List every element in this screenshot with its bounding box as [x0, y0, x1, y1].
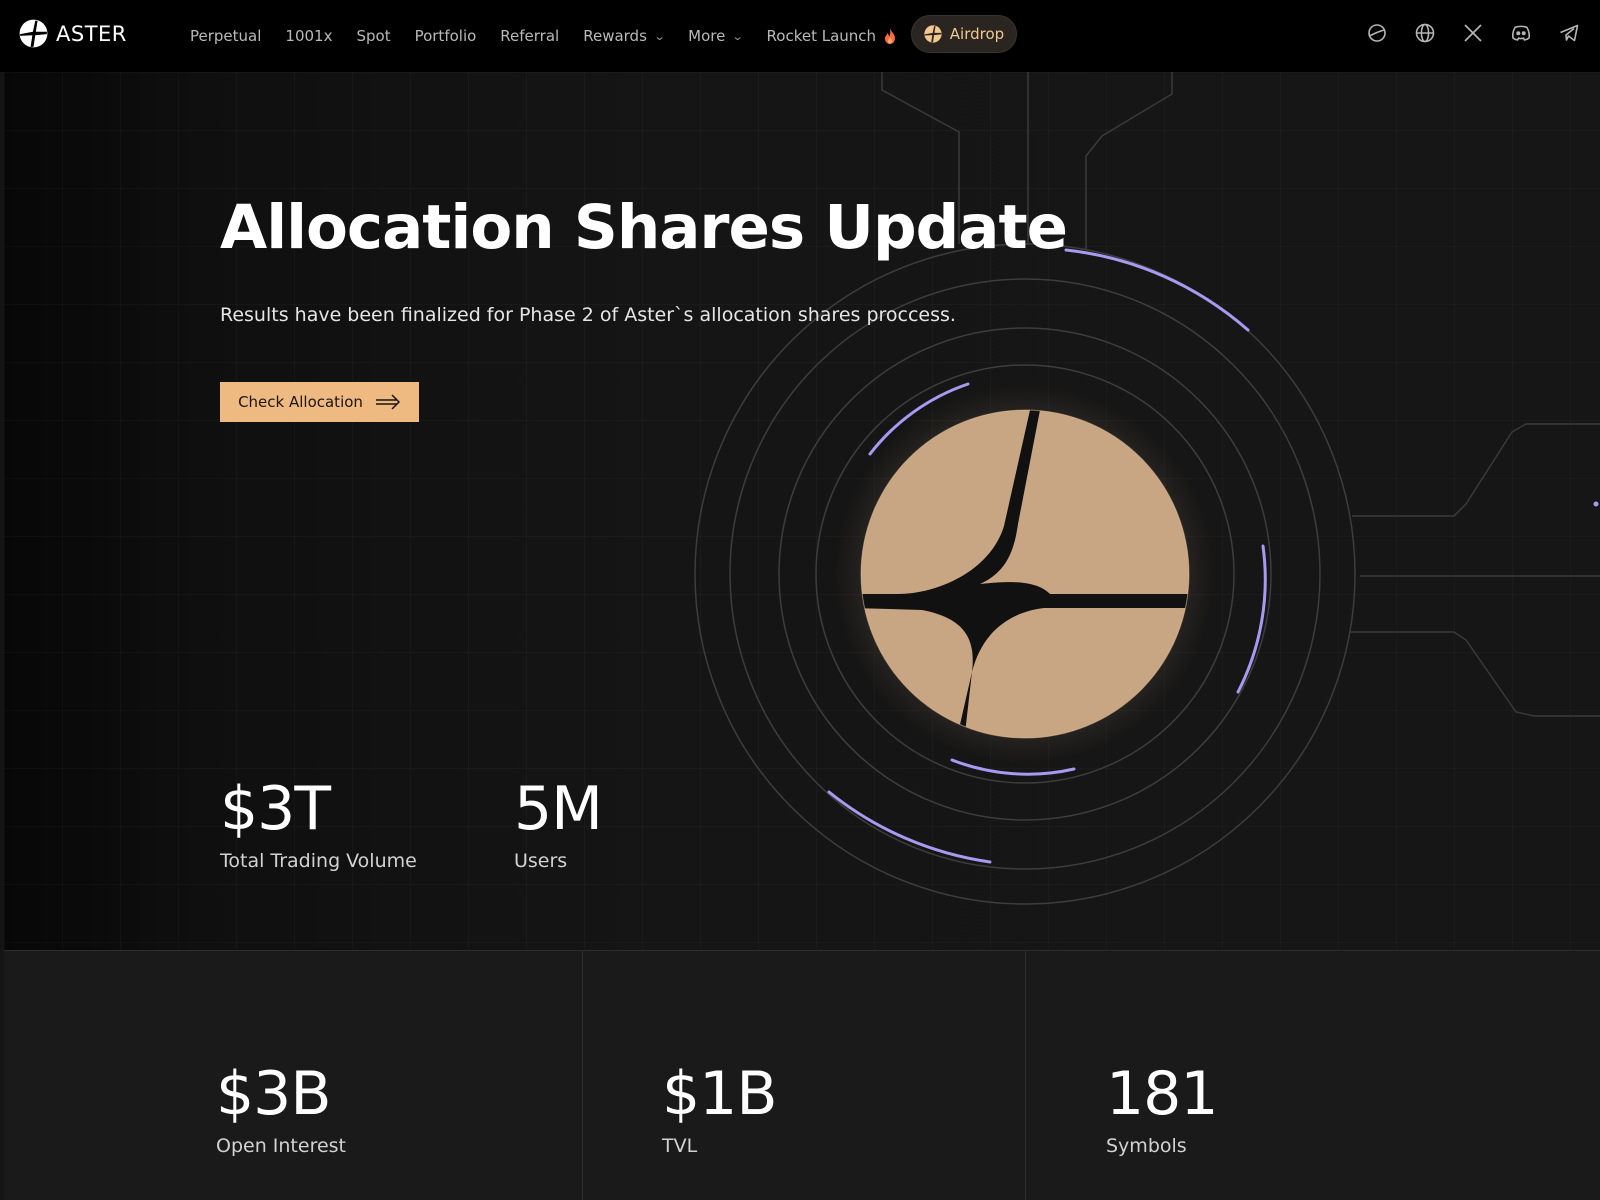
stat-open-interest-label: Open Interest	[216, 1135, 347, 1157]
stat-open-interest-value: $3B	[216, 1059, 332, 1129]
stat-users-label: Users	[514, 850, 568, 872]
stat-symbols-value: 181	[1106, 1059, 1219, 1129]
nav-label: Rewards	[583, 27, 647, 45]
circuit-nodes	[1593, 501, 1599, 507]
nav-label: More	[688, 27, 726, 45]
check-allocation-button[interactable]: Check Allocation	[220, 382, 419, 422]
nav-item-spot[interactable]: Spot	[356, 27, 390, 45]
nav-label: Rocket Launch	[766, 27, 877, 45]
social-links	[1366, 22, 1580, 44]
nav-item-rewards[interactable]: Rewards ⌄	[583, 27, 666, 45]
brand-name: ASTER	[56, 21, 127, 46]
brand[interactable]: ASTER	[19, 19, 127, 48]
cta-label: Check Allocation	[238, 393, 363, 411]
planet-icon[interactable]	[1366, 22, 1388, 44]
divider	[1025, 951, 1026, 1200]
nav-label: Referral	[500, 27, 560, 45]
stat-symbols-label: Symbols	[1106, 1135, 1187, 1157]
discord-icon[interactable]	[1510, 22, 1532, 44]
nav-item-1001x[interactable]: 1001x	[285, 27, 332, 45]
x-icon[interactable]	[1462, 22, 1484, 44]
hero-subtitle: Results have been finalized for Phase 2 …	[220, 304, 956, 326]
aster-logo-icon	[19, 19, 48, 48]
nav-item-perpetual[interactable]: Perpetual	[190, 27, 261, 45]
nav-label: Perpetual	[190, 27, 262, 45]
stat-total-trading-volume-value: $3T	[220, 774, 331, 844]
nav-label: Portfolio	[414, 27, 477, 45]
stat-users-value: 5M	[514, 774, 603, 844]
globe-icon[interactable]	[1414, 22, 1436, 44]
main-menu: Perpetual 1001x Spot Portfolio Referral …	[190, 0, 920, 72]
chevron-down-icon: ⌄	[731, 29, 744, 43]
nav-label: 1001x	[285, 27, 333, 45]
stat-tvl-value: $1B	[662, 1059, 778, 1129]
flame-icon	[885, 28, 896, 44]
stat-tvl-label: TVL	[662, 1135, 698, 1157]
hero-title: Allocation Shares Update	[220, 192, 1068, 263]
arrow-right-icon	[375, 394, 400, 410]
telegram-icon[interactable]	[1558, 22, 1580, 44]
chevron-down-icon: ⌄	[653, 29, 666, 43]
stats-band: $3B Open Interest $1B TVL 181 Symbols	[4, 950, 1600, 1200]
nav-item-referral[interactable]: Referral	[500, 27, 559, 45]
airdrop-button[interactable]: Airdrop	[911, 15, 1017, 53]
aster-logo-icon	[924, 25, 942, 43]
top-nav: ASTER Perpetual 1001x Spot Portfolio Ref…	[0, 0, 1600, 72]
divider	[582, 951, 583, 1200]
nav-item-more[interactable]: More ⌄	[688, 27, 744, 45]
airdrop-label: Airdrop	[949, 25, 1005, 43]
nav-item-rocket-launch[interactable]: Rocket Launch	[767, 27, 897, 45]
nav-item-portfolio[interactable]: Portfolio	[415, 27, 477, 45]
nav-label: Spot	[356, 27, 391, 45]
hero-section: Allocation Shares Update Results have be…	[4, 72, 1600, 950]
stat-total-trading-volume-label: Total Trading Volume	[220, 850, 417, 872]
